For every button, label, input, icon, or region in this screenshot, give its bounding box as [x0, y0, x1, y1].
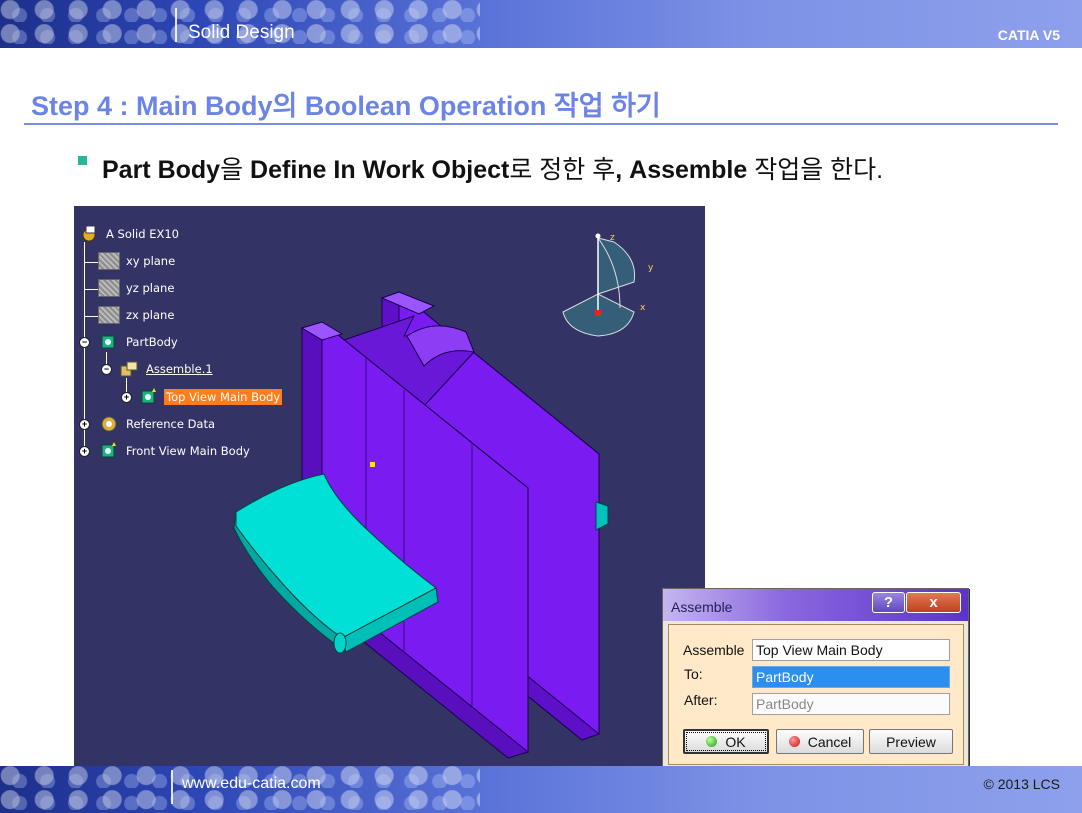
tree-item-top-view-main-body[interactable]: Top View Main Body: [138, 387, 283, 407]
to-field[interactable]: PartBody: [752, 666, 950, 688]
header-product: CATIA V5: [997, 27, 1060, 43]
footer-copyright: © 2013 LCS: [983, 776, 1060, 792]
header-band: Solid Design CATIA V5: [0, 0, 1082, 48]
plane-icon: [98, 252, 120, 270]
tree-item-zx-plane[interactable]: zx plane: [98, 305, 176, 325]
body-icon: [98, 441, 120, 461]
plane-icon: [98, 306, 120, 324]
preview-button[interactable]: Preview: [869, 729, 953, 754]
ok-button[interactable]: OK: [683, 729, 769, 754]
bullet-marker: [78, 156, 87, 165]
cancel-button-label: Cancel: [807, 733, 852, 750]
tree-item-partbody[interactable]: PartBody: [98, 332, 180, 352]
slide-title: Step 4 : Main Body의 Boolean Operation 작업…: [31, 91, 661, 121]
tree-item-front-view-main-body[interactable]: Front View Main Body: [98, 441, 252, 461]
expand-front-view-icon[interactable]: +: [79, 446, 90, 457]
after-field[interactable]: PartBody: [752, 693, 950, 715]
specification-tree: A Solid EX10 xy plane yz plane zx plane …: [74, 206, 705, 766]
assemble-dialog: Assemble ? x Assemble Top View Main Body…: [662, 588, 969, 769]
plane-icon: [98, 279, 120, 297]
tree-item-reference-data[interactable]: Reference Data: [98, 414, 217, 434]
bullet-text-middle: 로 정한 후: [509, 156, 616, 184]
header-separator: [175, 8, 177, 42]
footer-separator: [171, 770, 173, 804]
cancel-status-icon: [788, 736, 800, 747]
catia-3d-viewport[interactable]: z y x A Solid EX10 xy plane yz plane zx …: [74, 206, 705, 766]
cancel-button[interactable]: Cancel: [776, 729, 864, 754]
part-document-icon: [78, 224, 100, 244]
bullet-text: Part Body을 Define In Work Object로 정한 후, …: [102, 150, 883, 186]
title-divider: [24, 123, 1058, 125]
bullet-bold-define: Define In Work Object: [250, 156, 510, 184]
tree-connector: [84, 289, 98, 290]
reference-icon: [98, 414, 120, 434]
footer-url[interactable]: www.edu-catia.com: [182, 775, 321, 793]
help-button[interactable]: ?: [872, 592, 905, 613]
tree-connector: [84, 316, 98, 317]
dialog-titlebar[interactable]: Assemble ? x: [663, 589, 968, 621]
tree-item-label: Reference Data: [126, 417, 216, 431]
bullet-text-particle: 을: [220, 156, 251, 184]
body-icon: [98, 332, 120, 352]
to-label: To:: [684, 666, 703, 682]
tree-item-label: zx plane: [126, 308, 175, 322]
collapse-assemble-icon[interactable]: −: [101, 364, 112, 375]
ok-button-label: OK: [725, 733, 746, 750]
tree-item-label-selected: Top View Main Body: [164, 389, 283, 405]
tree-connector: [84, 262, 98, 263]
bullet-bold-part-body: Part Body: [102, 156, 221, 184]
dialog-body: Assemble Top View Main Body To: PartBody…: [668, 624, 964, 765]
preview-button-label: Preview: [886, 733, 936, 750]
bullet-text-end: 작업을 한다.: [747, 156, 884, 184]
expand-reference-data-icon[interactable]: +: [79, 419, 90, 430]
tree-root[interactable]: A Solid EX10: [78, 224, 181, 244]
bullet-bold-assemble: , Assemble: [615, 156, 748, 184]
collapse-partbody-icon[interactable]: −: [79, 337, 90, 348]
ok-status-icon: [706, 736, 718, 747]
close-button[interactable]: x: [906, 592, 961, 613]
tree-root-label: A Solid EX10: [106, 227, 179, 241]
body-icon: [138, 387, 160, 407]
tree-item-label: xy plane: [126, 254, 176, 268]
tree-item-label: Assemble.1: [146, 362, 213, 376]
expand-top-view-icon[interactable]: +: [121, 392, 132, 403]
tree-item-label: PartBody: [126, 335, 178, 349]
header-title: Solid Design: [188, 22, 295, 43]
tree-item-label: yz plane: [126, 281, 175, 295]
dialog-title: Assemble: [671, 599, 733, 615]
tree-item-assemble[interactable]: Assemble.1: [118, 359, 215, 379]
tree-item-xy-plane[interactable]: xy plane: [98, 251, 177, 271]
after-label: After:: [684, 692, 718, 708]
assemble-field[interactable]: Top View Main Body: [752, 639, 950, 661]
footer-band: www.edu-catia.com © 2013 LCS: [0, 766, 1082, 813]
assemble-icon: [118, 359, 140, 379]
tree-item-label: Front View Main Body: [126, 444, 250, 458]
tree-item-yz-plane[interactable]: yz plane: [98, 278, 176, 298]
assemble-label: Assemble: [683, 642, 745, 658]
